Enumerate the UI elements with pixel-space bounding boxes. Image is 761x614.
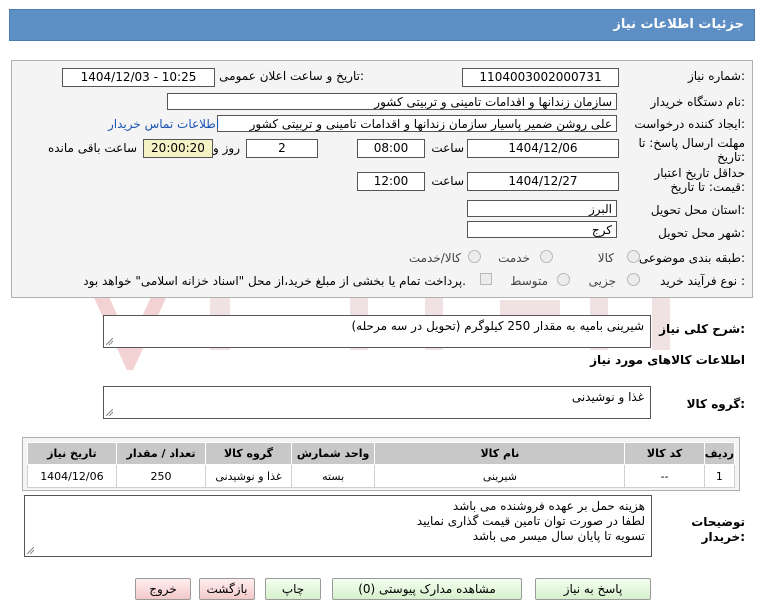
notes-line-3: تسویه تا پایان سال میسر می باشد <box>472 529 645 543</box>
process-option-minor: جزیی <box>588 274 616 288</box>
province-field[interactable]: البرز <box>467 200 617 217</box>
validity-label-line2: قیمت: تا تاریخ: <box>670 180 745 194</box>
notes-line-1: هزینه حمل بر عهده فروشنده می باشد <box>452 499 645 513</box>
goods-table-header: ردیف کد کالا نام کالا واحد شمارش گروه کا… <box>27 442 736 465</box>
process-radio-minor[interactable] <box>627 273 640 286</box>
reply-button[interactable]: پاسخ به نیاز <box>535 578 651 600</box>
deadline-label: مهلت ارسال پاسخ: تا تاریخ: <box>638 136 745 164</box>
cell-name: شیرینی <box>374 464 626 488</box>
goods-section-title: اطلاعات کالاهای مورد نیاز <box>590 353 745 367</box>
page-header: جزئیات اطلاعات نیاز <box>9 9 755 41</box>
notes-textarea[interactable]: هزینه حمل بر عهده فروشنده می باشد لطفا د… <box>24 495 652 557</box>
cell-quantity: 250 <box>115 464 207 488</box>
days-label: روز و <box>213 141 240 155</box>
announce-date-field[interactable]: 1404/12/03 - 10:25 <box>62 68 215 87</box>
summary-textarea[interactable]: شیرینی بامیه به مقدار 250 کیلوگرم (تحویل… <box>103 315 651 348</box>
validity-date-field[interactable]: 1404/12/27 <box>467 172 619 191</box>
validity-time-label: ساعت <box>431 174 464 188</box>
col-unit: واحد شمارش <box>290 442 376 465</box>
deadline-time-label: ساعت <box>431 141 464 155</box>
city-field[interactable]: کرج <box>467 221 617 238</box>
col-group: گروه کالا <box>205 442 292 465</box>
notes-line-2: لطفا در صورت توان تامین قیمت گذاری نمایی… <box>416 514 645 528</box>
process-radio-medium[interactable] <box>557 273 570 286</box>
validity-label: حداقل تاریخ اعتبار قیمت: تا تاریخ: <box>654 166 745 194</box>
process-label: نوع فرآیند خرید : <box>660 274 745 288</box>
summary-text: شیرینی بامیه به مقدار 250 کیلوگرم (تحویل… <box>351 319 644 333</box>
deadline-date-field[interactable]: 1404/12/06 <box>467 139 619 158</box>
buyer-label: نام دستگاه خریدار: <box>650 95 746 109</box>
buyer-field[interactable]: سازمان زندانها و اقدامات تامینی و تربیتی… <box>167 93 617 110</box>
table-row[interactable]: 1 -- شیرینی بسته غذا و نوشیدنی 250 1404/… <box>27 464 736 488</box>
resize-grip-icon[interactable] <box>27 547 34 554</box>
print-button[interactable]: چاپ <box>265 578 321 600</box>
col-date: تاریخ نیاز <box>27 442 117 465</box>
cell-unit: بسته <box>290 464 376 488</box>
validity-time-field[interactable]: 12:00 <box>357 172 425 191</box>
deadline-label-line2: تاریخ: <box>717 150 745 164</box>
col-name: نام کالا <box>374 442 626 465</box>
treasury-checkbox[interactable] <box>480 273 492 285</box>
exit-button[interactable]: خروج <box>135 578 191 600</box>
goods-group-label: گروه کالا: <box>686 397 745 411</box>
col-row: ردیف <box>703 442 736 465</box>
treasury-payment-note: پرداخت تمام یا بخشی از مبلغ خرید،از محل … <box>83 274 466 288</box>
cell-group: غذا و نوشیدنی <box>205 464 292 488</box>
notes-label-line1: توضیحات <box>691 515 745 529</box>
col-code: کد کالا <box>624 442 705 465</box>
deadline-time-field[interactable]: 08:00 <box>357 139 425 158</box>
validity-label-line1: حداقل تاریخ اعتبار <box>654 166 745 180</box>
goods-table: ردیف کد کالا نام کالا واحد شمارش گروه کا… <box>27 442 736 488</box>
view-attachments-button[interactable]: مشاهده مدارک پیوستی (0) <box>332 578 522 600</box>
category-radio-goods[interactable] <box>627 250 640 263</box>
announce-date-label: تاریخ و ساعت اعلان عمومی: <box>219 69 364 83</box>
category-radio-goods-service[interactable] <box>468 250 481 263</box>
creator-label: ایجاد کننده درخواست: <box>634 117 745 131</box>
deadline-label-line1: مهلت ارسال پاسخ: تا <box>638 136 745 150</box>
resize-grip-icon[interactable] <box>106 409 113 416</box>
category-radio-service[interactable] <box>540 250 553 263</box>
goods-group-textarea[interactable]: غذا و نوشیدنی <box>103 386 651 419</box>
category-option-goods-service: کالا/خدمت <box>408 251 461 265</box>
back-button[interactable]: بازگشت <box>199 578 255 600</box>
buyer-contact-link[interactable]: اطلاعات تماس خریدار <box>108 117 219 131</box>
remaining-days-field[interactable]: 2 <box>246 139 318 158</box>
creator-field[interactable]: علی روشن ضمیر پاسیار سازمان زندانها و اق… <box>217 115 617 132</box>
remaining-time-label: ساعت باقی مانده <box>47 141 137 155</box>
resize-grip-icon[interactable] <box>106 338 113 345</box>
process-option-medium: متوسط <box>510 274 548 288</box>
need-number-label: شماره نیاز: <box>687 69 745 83</box>
remaining-time-field[interactable]: 20:00:20 <box>143 139 213 158</box>
notes-label-line2: خریدار: <box>701 530 745 544</box>
category-label: طبقه بندی موضوعی: <box>638 251 745 265</box>
need-number-field[interactable]: 1104003002000731 <box>462 68 619 87</box>
page-title: جزئیات اطلاعات نیاز <box>613 17 744 32</box>
city-label: شهر محل تحویل: <box>658 226 745 240</box>
notes-label: توضیحات خریدار: <box>691 515 745 545</box>
cell-code: -- <box>624 464 705 488</box>
col-quantity: تعداد / مقدار <box>115 442 207 465</box>
goods-group-text: غذا و نوشیدنی <box>571 390 644 404</box>
category-option-goods: کالا <box>597 251 614 265</box>
province-label: استان محل تحویل: <box>650 203 745 217</box>
summary-label: شرح کلی نیاز: <box>659 322 745 336</box>
cell-row: 1 <box>703 464 736 488</box>
category-option-service: خدمت <box>498 251 530 265</box>
cell-date: 1404/12/06 <box>27 464 117 488</box>
